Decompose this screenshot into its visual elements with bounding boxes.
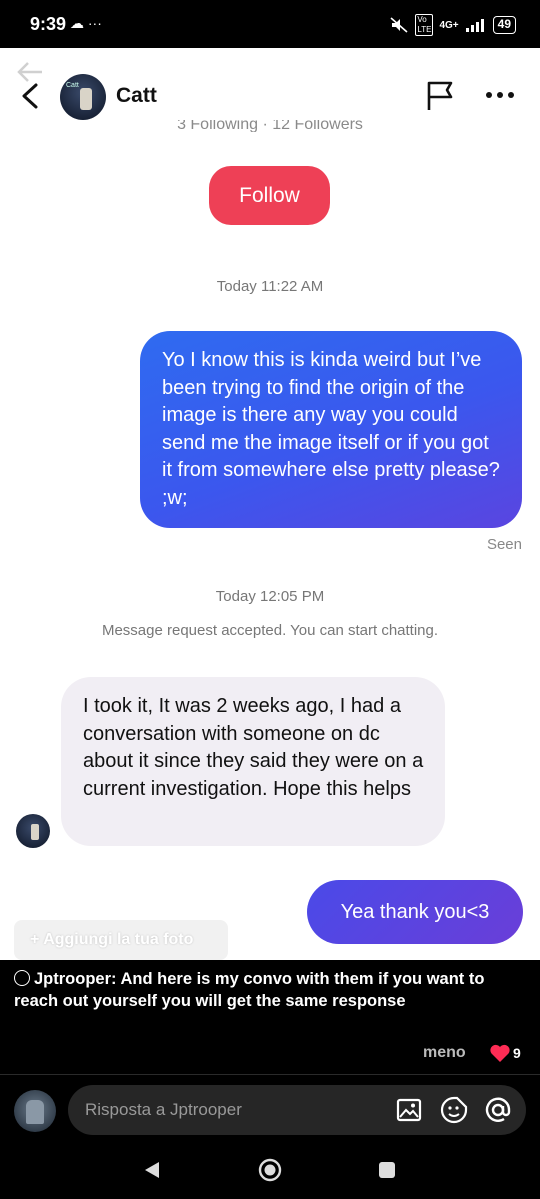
comment-panel: Jptrooper: And here is my convo with the… — [0, 960, 540, 1199]
like-count: 9 — [513, 1045, 521, 1061]
nav-home-icon[interactable] — [258, 1158, 282, 1182]
contact-avatar[interactable]: Catt — [60, 74, 106, 120]
at-icon[interactable] — [484, 1096, 512, 1124]
heart-icon — [490, 1044, 510, 1062]
faint-back-arrow-icon — [17, 62, 42, 82]
signal-icon — [465, 19, 484, 32]
avatar-tag: Catt — [66, 82, 79, 89]
flag-icon[interactable] — [425, 80, 455, 112]
request-accepted-notice: Message request accepted. You can start … — [101, 622, 439, 639]
show-less-link[interactable]: meno — [423, 1044, 466, 1062]
like-button[interactable]: 9 — [489, 1043, 521, 1063]
avatar-figure — [26, 1100, 44, 1124]
nav-recent-icon[interactable] — [378, 1161, 396, 1179]
battery-indicator: 49 — [492, 16, 516, 34]
mute-icon — [390, 17, 408, 33]
status-notification-icons: ☁ ··· — [70, 15, 102, 31]
status-bar: 9:39 ☁ ··· Vo LTE 4G+ 49 — [0, 0, 540, 48]
chat-header: Catt Catt — [0, 48, 540, 126]
image-icon[interactable] — [396, 1097, 422, 1123]
comment-author[interactable]: Jptrooper — [34, 970, 111, 988]
chat-screen[interactable]: Catt Catt 3 Following · 12 Followers Fol… — [0, 48, 540, 960]
timestamp: Today 11:22 AM — [216, 278, 324, 295]
network-type: 4G+ — [439, 19, 459, 31]
nav-back-icon[interactable] — [143, 1160, 161, 1180]
reply-placeholder: Risposta a Jptrooper — [85, 1100, 242, 1119]
status-time: 9:39 — [30, 14, 67, 34]
outgoing-message[interactable]: Yea thank you<3 — [307, 880, 523, 944]
user-avatar[interactable] — [14, 1090, 56, 1132]
compass-icon — [14, 970, 30, 986]
avatar-figure — [80, 88, 92, 110]
incoming-message[interactable]: I took it, It was 2 weeks ago, I had a c… — [61, 677, 445, 846]
timestamp: Today 12:05 PM — [215, 588, 325, 605]
seen-status: Seen — [486, 536, 522, 553]
follow-counts: 3 Following · 12 Followers — [177, 120, 363, 132]
more-icon[interactable] — [484, 83, 516, 107]
follow-button[interactable]: Follow — [209, 166, 330, 225]
contact-name[interactable]: Catt — [116, 84, 157, 108]
outgoing-message[interactable]: Yo I know this is kinda weird but I’ve b… — [140, 331, 522, 528]
emoji-icon[interactable] — [440, 1096, 468, 1124]
sender-avatar[interactable] — [16, 814, 50, 848]
status-right-group: Vo LTE 4G+ 49 — [389, 14, 516, 36]
back-arrow-icon[interactable] — [18, 82, 42, 110]
add-photo-button[interactable]: + Aggiungi la tua foto — [14, 920, 228, 960]
comment-caption: Jptrooper: And here is my convo with the… — [14, 968, 524, 1012]
system-nav-bar — [0, 1148, 540, 1199]
avatar-figure — [31, 824, 39, 840]
reply-input[interactable]: Risposta a Jptrooper — [68, 1085, 526, 1135]
volte-icon: Vo LTE — [415, 14, 434, 36]
divider — [0, 1074, 540, 1075]
